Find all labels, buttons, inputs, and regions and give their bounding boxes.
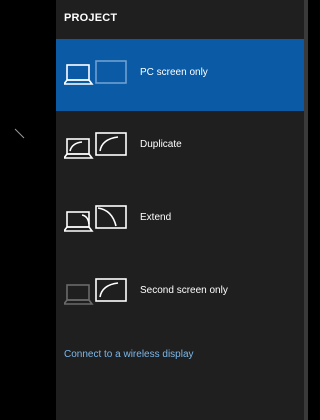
option-pc-screen-only[interactable]: PC screen only bbox=[56, 39, 304, 111]
scrollbar-thumb[interactable] bbox=[304, 0, 308, 420]
duplicate-icon bbox=[64, 132, 127, 159]
option-extend[interactable]: Extend bbox=[56, 184, 304, 256]
panel-title: PROJECT bbox=[64, 12, 118, 24]
scrollbar[interactable] bbox=[304, 0, 308, 420]
connect-wireless-display-link[interactable]: Connect to a wireless display bbox=[64, 349, 194, 360]
pc-screen-only-icon bbox=[64, 60, 127, 85]
desktop-background bbox=[0, 0, 56, 420]
project-panel: PROJECT PC screen only Duplicate Extend … bbox=[56, 0, 308, 420]
extend-icon bbox=[64, 205, 127, 232]
option-duplicate[interactable]: Duplicate bbox=[56, 111, 304, 183]
second-screen-only-icon bbox=[64, 278, 127, 305]
option-label: Extend bbox=[140, 212, 172, 223]
option-label: Duplicate bbox=[140, 139, 182, 150]
option-label: PC screen only bbox=[140, 67, 208, 78]
option-label: Second screen only bbox=[140, 285, 228, 296]
option-second-screen-only[interactable]: Second screen only bbox=[56, 257, 304, 329]
mouse-pointer-icon bbox=[14, 128, 25, 139]
screen: PROJECT PC screen only Duplicate Extend … bbox=[0, 0, 308, 420]
